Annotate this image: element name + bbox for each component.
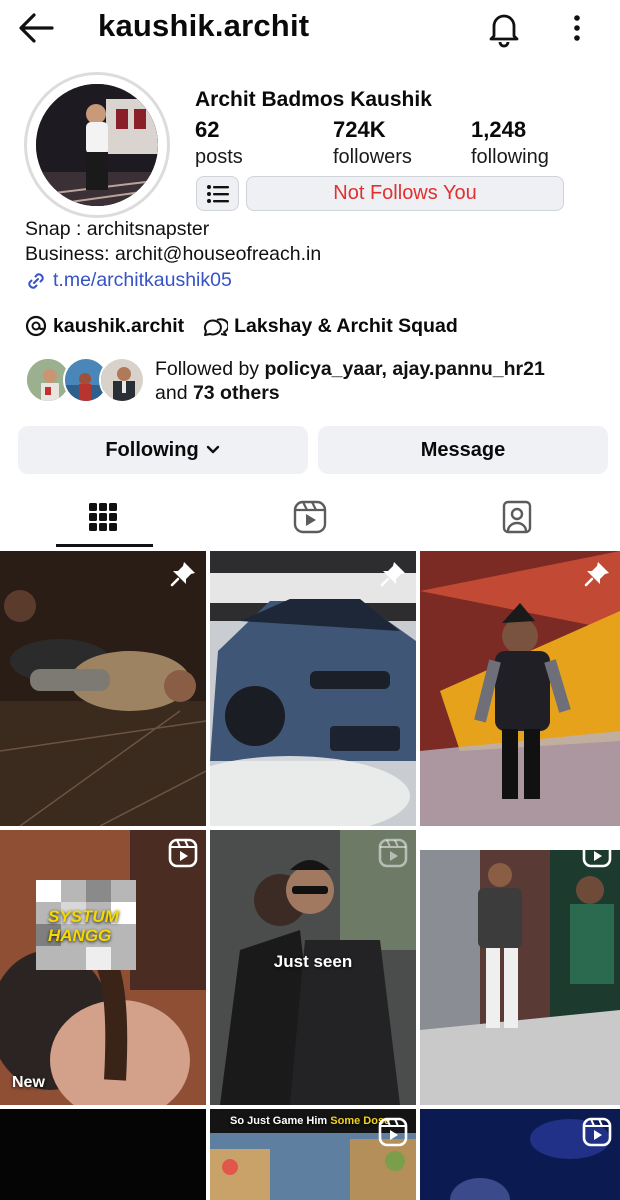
post-tile[interactable] xyxy=(420,551,620,826)
mutual-others: 73 others xyxy=(192,382,280,404)
list-menu-button[interactable] xyxy=(196,176,239,211)
mutual-avatars[interactable] xyxy=(25,357,145,405)
post-tile[interactable] xyxy=(0,1109,206,1200)
threads-chip[interactable]: kaushik.archit xyxy=(25,315,184,338)
post-tile[interactable] xyxy=(210,551,416,826)
sticker-text: SYSTUM HANGG xyxy=(48,907,119,945)
relationship-badge: Not Follows You xyxy=(246,176,564,211)
chevron-down-icon xyxy=(206,445,219,454)
post-tile[interactable]: SYSTUM HANGG New xyxy=(0,830,206,1105)
followers-label: followers xyxy=(333,146,412,168)
threads-chip-label: kaushik.archit xyxy=(53,314,185,337)
avatar[interactable] xyxy=(36,84,158,206)
link-icon xyxy=(28,272,44,289)
pin-icon xyxy=(380,562,405,587)
followers-count: 724K xyxy=(333,117,386,142)
message-button[interactable]: Message xyxy=(318,426,608,474)
bell-icon[interactable] xyxy=(484,8,524,48)
posts-label: posts xyxy=(195,146,243,168)
chat-bubbles-icon xyxy=(204,318,229,336)
profile-chips: kaushik.archit Lakshay & Archit Squad xyxy=(25,312,476,340)
post-tile[interactable] xyxy=(420,1109,620,1200)
tagged-icon xyxy=(502,500,532,534)
active-tab-indicator xyxy=(56,544,153,547)
followers-stat[interactable]: 724K followers xyxy=(333,117,412,171)
profile-username: kaushik.archit xyxy=(98,8,310,43)
pin-icon xyxy=(170,562,195,587)
reel-icon xyxy=(378,838,408,868)
just-seen-label: Just seen xyxy=(273,952,353,971)
profile-full-name: Archit Badmos Kaushik xyxy=(195,88,432,111)
posts-count: 62 xyxy=(195,117,220,142)
reel-icon xyxy=(168,838,198,868)
bio-link[interactable]: t.me/architkaushik05 xyxy=(25,269,232,292)
tab-reels[interactable] xyxy=(207,486,413,548)
mutual-and: and xyxy=(155,382,193,404)
back-arrow-icon[interactable] xyxy=(16,10,56,46)
threads-icon xyxy=(25,315,47,337)
reels-icon xyxy=(293,500,327,534)
following-stat[interactable]: 1,248 following xyxy=(471,117,549,171)
following-count: 1,248 xyxy=(471,117,527,142)
bio-link-text: t.me/architkaushik05 xyxy=(53,269,232,291)
mutual-avatar xyxy=(99,357,145,403)
post-tile[interactable]: Just seen xyxy=(210,830,416,1105)
reel-caption: So Just Game Him Some Dose xyxy=(230,1115,390,1127)
sticker-line-1: SYSTUM xyxy=(48,907,119,926)
pin-icon xyxy=(584,562,609,587)
mutual-followers-text[interactable]: Followed by policya_yaar, ajay.pannu_hr2… xyxy=(155,357,545,405)
new-label: New xyxy=(12,1074,45,1091)
tab-posts-grid[interactable] xyxy=(0,486,206,548)
reel-icon xyxy=(582,1117,612,1147)
reel-icon xyxy=(582,838,612,868)
post-tile[interactable]: So Just Game Him Some Dose xyxy=(210,1109,416,1200)
post-tile[interactable] xyxy=(420,830,620,1105)
more-options-icon[interactable] xyxy=(564,10,590,46)
mutual-names: policya_yaar, ajay.pannu_hr21 xyxy=(264,358,545,380)
content-tabs xyxy=(0,486,620,548)
bio-line-snap: Snap : architsnapster xyxy=(25,218,210,240)
following-button-label: Following xyxy=(105,438,199,461)
post-tile[interactable] xyxy=(0,551,206,826)
tab-tagged[interactable] xyxy=(414,486,620,548)
reel-caption-a: So Just Game Him xyxy=(230,1115,331,1127)
following-button[interactable]: Following xyxy=(18,426,308,474)
bio-line-business: Business: archit@houseofreach.in xyxy=(25,243,322,265)
following-label: following xyxy=(471,146,549,168)
community-chip-label: Lakshay & Archit Squad xyxy=(234,314,458,337)
community-chip[interactable]: Lakshay & Archit Squad xyxy=(202,315,458,338)
grid-icon xyxy=(89,503,117,531)
posts-stat[interactable]: 62 posts xyxy=(195,117,243,171)
list-icon xyxy=(206,184,229,203)
reel-icon xyxy=(378,1117,408,1147)
top-bar: kaushik.archit xyxy=(0,0,620,56)
sticker-line-2: HANGG xyxy=(48,926,112,945)
mutual-prefix: Followed by xyxy=(155,358,265,380)
message-button-label: Message xyxy=(420,438,506,461)
